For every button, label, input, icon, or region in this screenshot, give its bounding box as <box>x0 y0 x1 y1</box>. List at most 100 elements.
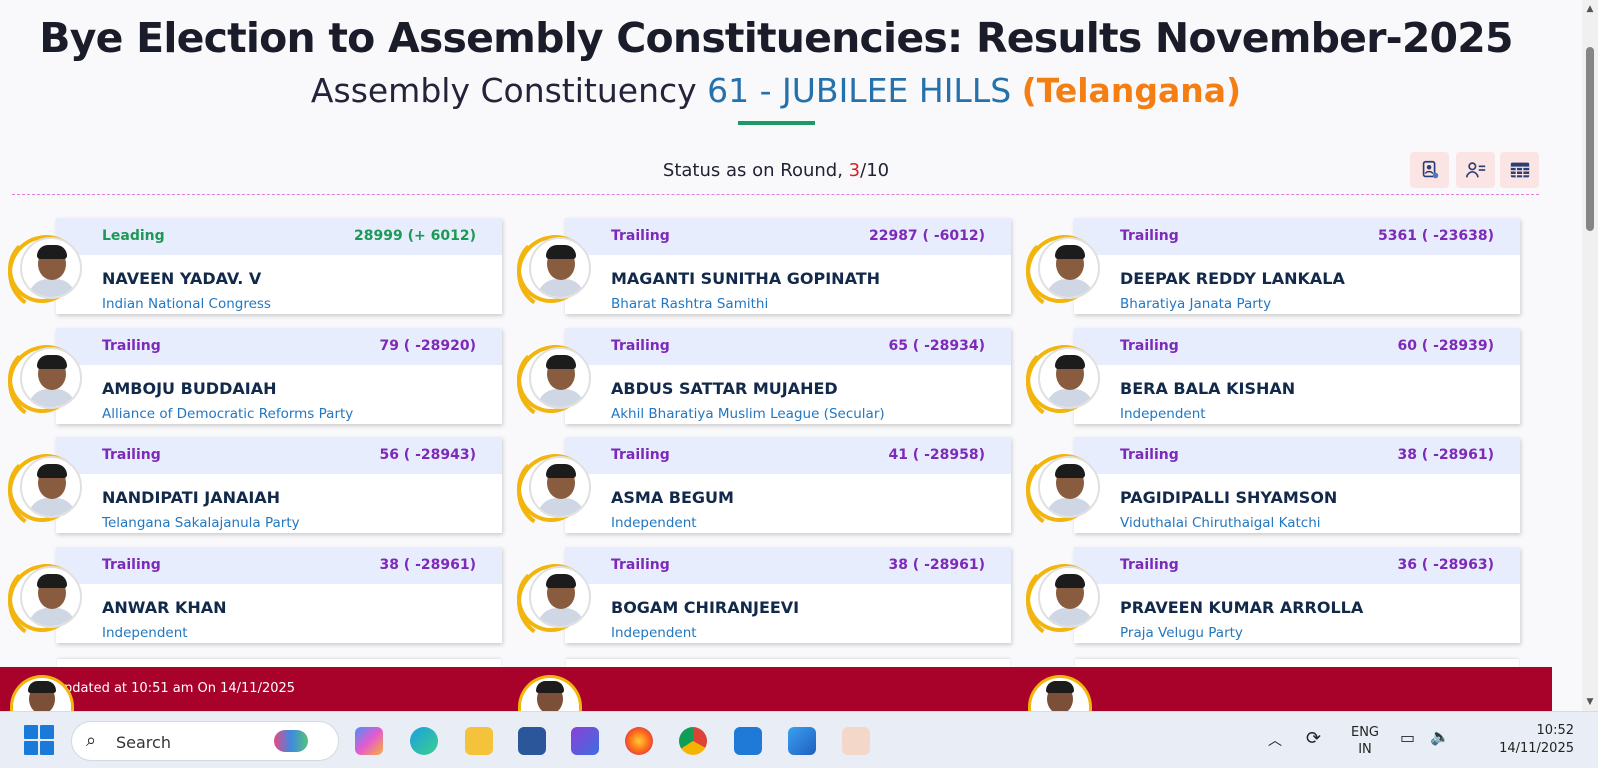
current-round: 3 <box>848 160 861 181</box>
candidate-avatar <box>529 237 591 299</box>
candidate-name: NANDIPATI JANAIAH <box>102 488 281 507</box>
candidate-status: Trailing <box>1120 557 1179 573</box>
candidate-avatar <box>1038 566 1100 628</box>
card-body: Trailing 38 ( -28961) BOGAM CHIRANJEEVI Ind… <box>565 547 1011 643</box>
candidate-avatar <box>20 566 82 628</box>
search-icon: ⌕ <box>86 730 97 751</box>
candidate-card[interactable]: Trailing 38 ( -28961) BOGAM CHIRANJEEVI Ind… <box>517 547 1011 643</box>
candidate-status: Leading <box>102 228 165 244</box>
title-underline <box>738 121 815 125</box>
candidate-card[interactable]: Trailing 60 ( -28939) BERA BALA KISHAN Inde… <box>1026 328 1520 424</box>
candidate-votes: 79 ( -28920) <box>379 338 476 354</box>
candidate-party: Independent <box>611 625 697 641</box>
volume-icon[interactable]: 🔈 <box>1430 727 1450 746</box>
sync-icon[interactable]: ⟳ <box>1306 728 1321 749</box>
candidate-party: Independent <box>102 625 188 641</box>
firefox-icon[interactable] <box>625 727 653 755</box>
status-label: Status as on Round, <box>662 160 843 181</box>
candidate-card[interactable]: Trailing 5361 ( -23638) DEEPAK REDDY LANKA… <box>1026 218 1520 314</box>
state-name: (Telangana) <box>1021 71 1242 110</box>
candidate-name: BOGAM CHIRANJEEVI <box>611 598 800 617</box>
taskbar-search[interactable]: ⌕ Search <box>71 721 339 761</box>
candidate-card[interactable]: Trailing 65 ( -28934) ABDUS SATTAR MUJAHED… <box>517 328 1011 424</box>
notepad-icon[interactable] <box>734 727 762 755</box>
candidate-party: Praja Velugu Party <box>1120 625 1243 641</box>
candidate-name: PAGIDIPALLI SHYAMSON <box>1120 488 1338 507</box>
candidate-avatar <box>529 566 591 628</box>
updated-timestamp: pdated at 10:51 am On 14/11/2025 <box>64 681 296 696</box>
candidate-party: Akhil Bharatiya Muslim League (Secular) <box>611 406 885 422</box>
taskbar: ⌕ Search ︿ ⟳ ENG IN ▭ 🔈 10:52 14/11/2025 <box>0 711 1598 768</box>
candidate-party: Independent <box>611 515 697 531</box>
candidate-status: Trailing <box>102 557 161 573</box>
language-code: ENG <box>1350 725 1379 740</box>
clipchamp-icon[interactable] <box>571 727 599 755</box>
candidate-status: Trailing <box>1120 228 1179 244</box>
edge-icon[interactable] <box>410 727 438 755</box>
system-clock[interactable]: 10:52 14/11/2025 <box>1464 722 1574 758</box>
candidate-party: Alliance of Democratic Reforms Party <box>102 406 354 422</box>
candidate-card[interactable]: Trailing 38 ( -28961) PAGIDIPALLI SHYAMSON… <box>1026 437 1520 533</box>
scrollbar-thumb[interactable] <box>1586 47 1594 231</box>
candidate-card[interactable]: Trailing 79 ( -28920) AMBOJU BUDDAIAH Allia… <box>8 328 502 424</box>
clock-time: 10:52 <box>1536 723 1574 738</box>
candidate-card[interactable]: Trailing 41 ( -28958) ASMA BEGUM Independen… <box>517 437 1011 533</box>
candidate-card[interactable]: Trailing 22987 ( -6012) MAGANTI SUNITHA GO… <box>517 218 1011 314</box>
total-rounds: /10 <box>860 160 890 181</box>
list-view-button[interactable] <box>1456 152 1495 188</box>
candidate-votes: 60 ( -28939) <box>1397 338 1494 354</box>
candidate-votes: 22987 ( -6012) <box>868 228 985 244</box>
clock-date: 14/11/2025 <box>1499 741 1574 756</box>
round-status: Status as on Round, 3/10 <box>0 160 1552 181</box>
copilot-icon[interactable] <box>355 727 383 755</box>
language-indicator[interactable]: ENG IN <box>1345 724 1385 758</box>
word-icon[interactable] <box>518 727 546 755</box>
candidate-status: Trailing <box>1120 447 1179 463</box>
table-icon <box>1510 162 1529 178</box>
card-body: Trailing 38 ( -28961) ANWAR KHAN Independen… <box>56 547 502 643</box>
candidate-status: Trailing <box>102 447 161 463</box>
file-explorer-icon[interactable] <box>465 727 493 755</box>
candidate-name: AMBOJU BUDDAIAH <box>102 379 277 398</box>
candidate-votes: 65 ( -28934) <box>888 338 985 354</box>
candidate-status: Trailing <box>611 557 670 573</box>
chart-view-button[interactable] <box>1410 152 1449 188</box>
card-body: Trailing 36 ( -28963) PRAVEEN KUMAR ARROLL… <box>1074 547 1520 643</box>
search-highlight-icon <box>274 730 308 752</box>
card-body: Trailing 79 ( -28920) AMBOJU BUDDAIAH Allia… <box>56 328 502 424</box>
card-body: Trailing 41 ( -28958) ASMA BEGUM Independen… <box>565 437 1011 533</box>
candidate-status: Trailing <box>1120 338 1179 354</box>
candidate-avatar <box>529 456 591 518</box>
scroll-up-icon[interactable]: ▲ <box>1585 4 1595 14</box>
card-body: Trailing 65 ( -28934) ABDUS SATTAR MUJAHED… <box>565 328 1011 424</box>
scroll-down-icon[interactable]: ▼ <box>1585 697 1595 707</box>
search-label: Search <box>116 733 171 752</box>
candidate-party: Bharatiya Janata Party <box>1120 296 1272 312</box>
candidate-avatar <box>1038 456 1100 518</box>
candidate-card[interactable]: Trailing 56 ( -28943) NANDIPATI JANAIAH Tel… <box>8 437 502 533</box>
card-body: Trailing 22987 ( -6012) MAGANTI SUNITHA GO… <box>565 218 1011 314</box>
partial-card <box>1075 659 1519 667</box>
chevron-up-icon[interactable]: ︿ <box>1268 730 1282 750</box>
candidate-name: ASMA BEGUM <box>611 488 734 507</box>
card-body: Trailing 38 ( -28961) PAGIDIPALLI SHYAMSON… <box>1074 437 1520 533</box>
photos-icon[interactable] <box>788 727 816 755</box>
snipping-tool-icon[interactable] <box>842 727 870 755</box>
network-icon[interactable]: ▭ <box>1400 728 1415 747</box>
candidate-status: Trailing <box>611 447 670 463</box>
subtitle-prefix: Assembly Constituency <box>310 71 697 110</box>
candidate-party: Independent <box>1120 406 1206 422</box>
candidate-card[interactable]: Trailing 36 ( -28963) PRAVEEN KUMAR ARROLL… <box>1026 547 1520 643</box>
candidate-card[interactable]: Leading 28999 (+ 6012) NAVEEN YADAV. V Indi… <box>8 218 502 314</box>
candidate-votes: 38 ( -28961) <box>888 557 985 573</box>
card-body: Trailing 60 ( -28939) BERA BALA KISHAN Inde… <box>1074 328 1520 424</box>
candidate-votes: 5361 ( -23638) <box>1377 228 1494 244</box>
table-view-button[interactable] <box>1500 152 1539 188</box>
vertical-scrollbar[interactable]: ▲ ▼ <box>1582 0 1598 711</box>
chrome-icon[interactable] <box>679 727 707 755</box>
candidate-votes: 56 ( -28943) <box>379 447 476 463</box>
candidate-card[interactable]: Trailing 38 ( -28961) ANWAR KHAN Independen… <box>8 547 502 643</box>
windows-start-icon[interactable] <box>24 725 54 755</box>
candidate-name: NAVEEN YADAV. V <box>102 269 262 288</box>
card-body: Trailing 56 ( -28943) NANDIPATI JANAIAH Tel… <box>56 437 502 533</box>
